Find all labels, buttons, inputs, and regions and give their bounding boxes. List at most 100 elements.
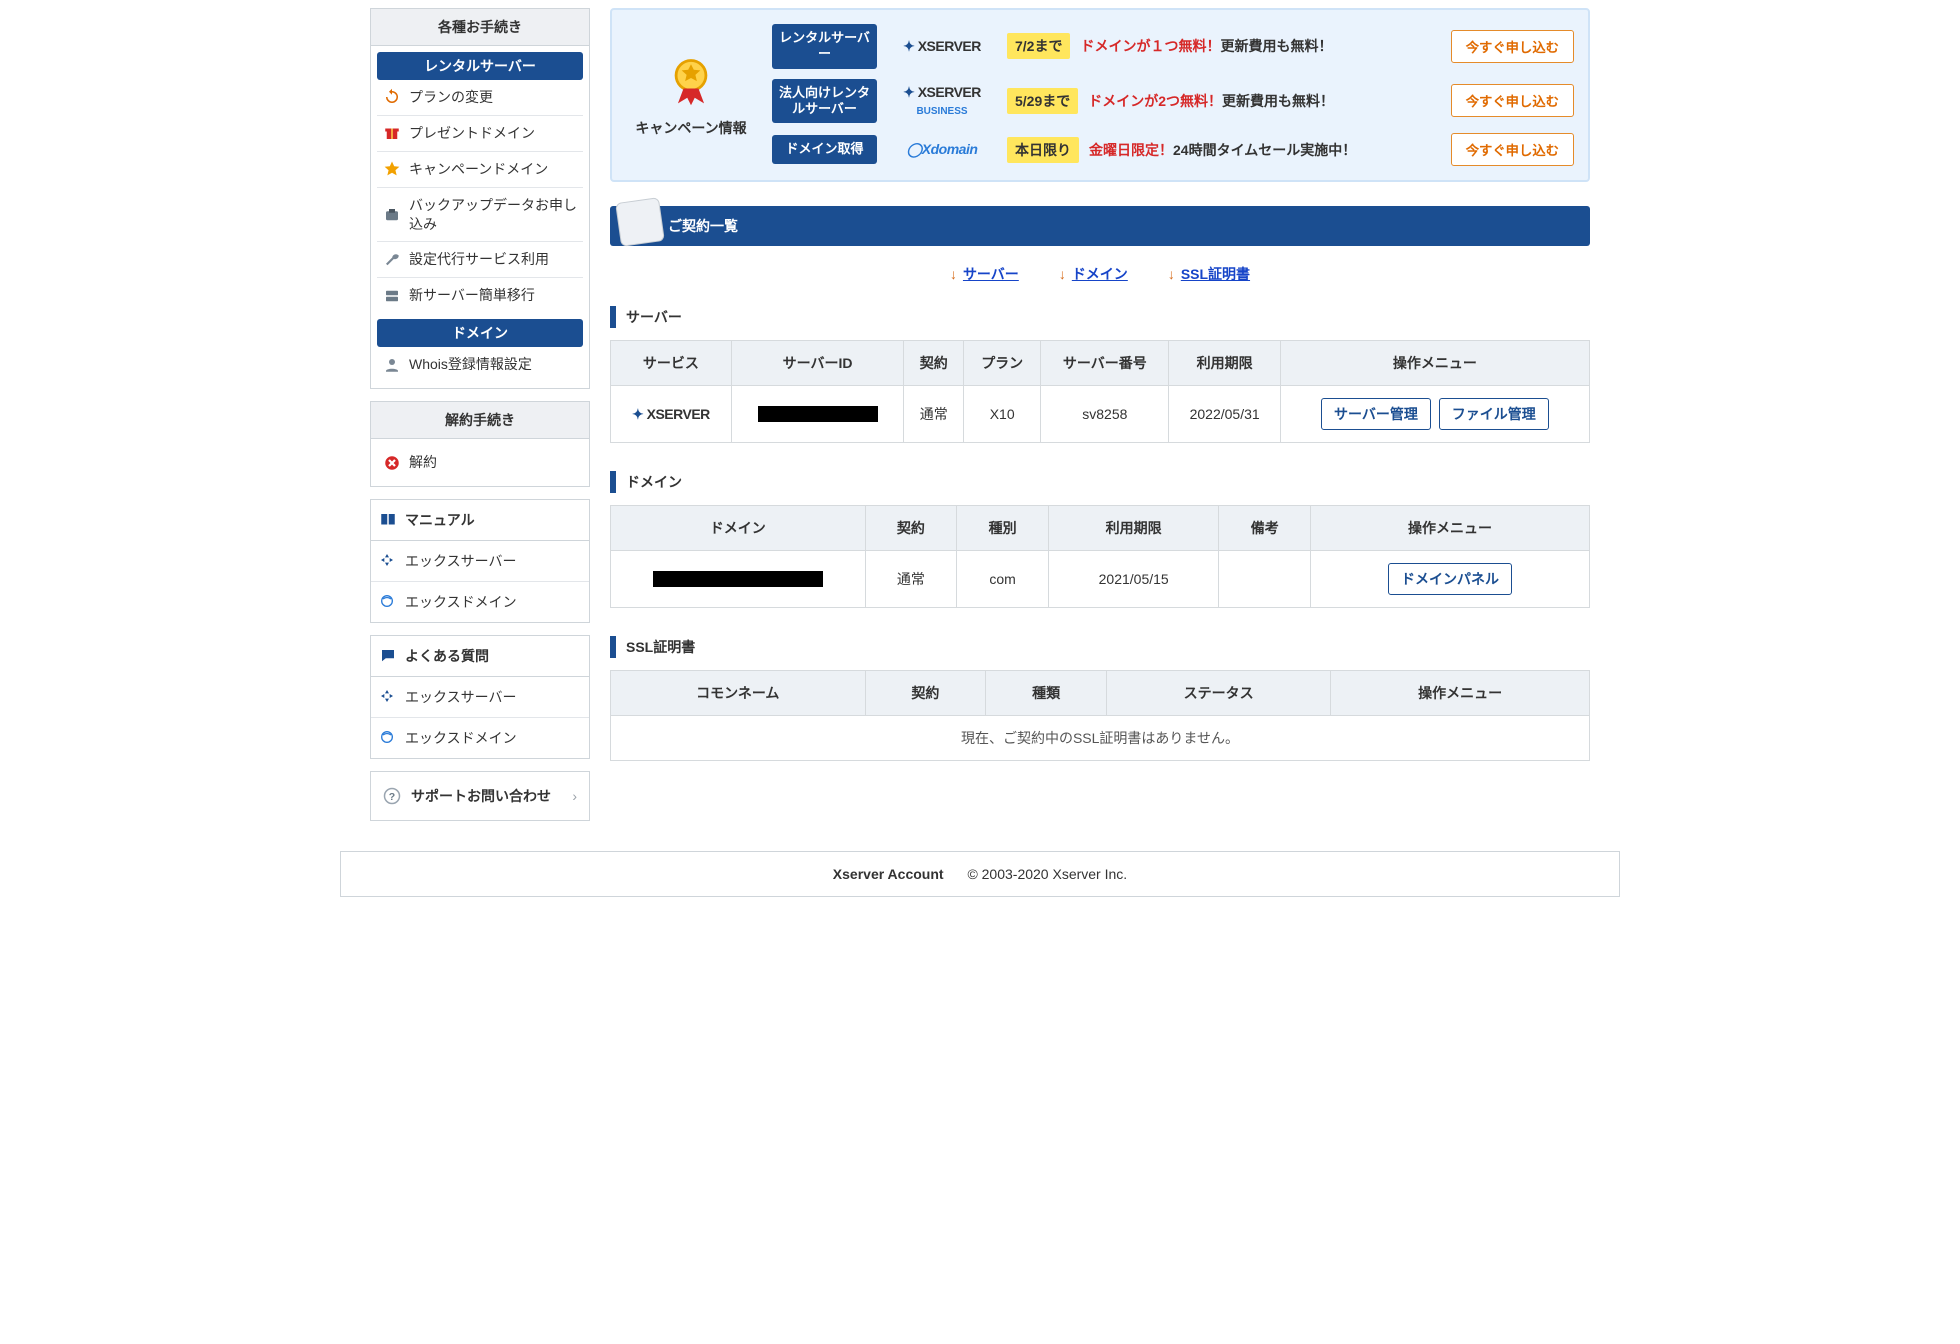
faq-xdomain[interactable]: エックスドメイン: [371, 717, 589, 758]
cell-server-no: sv8258: [1041, 386, 1169, 443]
cell-type: com: [957, 551, 1049, 608]
footer-account: Xserver Account: [833, 866, 944, 882]
campaign-box: キャンペーン情報 レンタルサーバー ✦ XSERVER 7/2まで ドメインが１…: [610, 8, 1590, 182]
sidebar: 各種お手続き レンタルサーバー プランの変更 プレゼントドメイン: [370, 8, 590, 821]
table-row: ✦ XSERVER 通常 X10 sv8258 2022/05/31 サーバー管…: [611, 386, 1590, 443]
refresh-icon: [383, 88, 401, 106]
cell-contract: 通常: [865, 551, 957, 608]
menu-plan-change[interactable]: プランの変更: [377, 80, 583, 116]
faq-heading: よくある質問: [370, 635, 590, 677]
menu-server-migration[interactable]: 新サーバー簡単移行: [377, 278, 583, 313]
footer: Xserver Account © 2003-2020 Xserver Inc.: [340, 851, 1620, 897]
domain-table: ドメイン 契約 種別 利用期限 備考 操作メニュー 通常 com 2021/05…: [610, 505, 1590, 608]
manual-xserver[interactable]: エックスサーバー: [371, 541, 589, 581]
rental-server-heading: レンタルサーバー: [377, 52, 583, 80]
server-section-title: サーバー: [610, 306, 1590, 328]
anchor-server[interactable]: サーバー: [963, 266, 1019, 282]
camp-category: 法人向けレンタルサーバー: [772, 79, 877, 124]
footer-copyright: © 2003-2020 Xserver Inc.: [967, 866, 1127, 882]
camp-brand: ✦ XSERVER: [887, 38, 997, 55]
faq-list: エックスサーバー エックスドメイン: [370, 677, 590, 759]
gift-icon: [383, 124, 401, 142]
camp-message: ドメインが2つ無料！更新費用も無料！: [1088, 91, 1440, 111]
cell-actions: ドメインパネル: [1311, 551, 1590, 608]
arrow-down-icon: ↓: [950, 266, 957, 282]
faq-xserver[interactable]: エックスサーバー: [371, 677, 589, 717]
ssl-section-title: SSL証明書: [610, 636, 1590, 658]
medal-icon: [626, 53, 756, 112]
anchor-ssl[interactable]: SSL証明書: [1181, 266, 1250, 282]
cell-plan: X10: [964, 386, 1041, 443]
camp-message: 金曜日限定！24時間タイムセール実施中！: [1089, 140, 1441, 160]
procedures-title: 各種お手続き: [371, 9, 589, 46]
star-icon: [383, 160, 401, 178]
cancel-panel: 解約手続き 解約: [370, 401, 590, 487]
server-icon: [383, 287, 401, 305]
domain-section-title: ドメイン: [610, 471, 1590, 493]
camp-deadline: 5/29まで: [1007, 88, 1078, 114]
cell-actions: サーバー管理 ファイル管理: [1280, 386, 1589, 443]
campaign-row: レンタルサーバー ✦ XSERVER 7/2まで ドメインが１つ無料！更新費用も…: [772, 24, 1574, 69]
xserver-logo-icon: [379, 688, 397, 706]
menu-whois[interactable]: Whois登録情報設定: [377, 347, 583, 382]
camp-category: レンタルサーバー: [772, 24, 877, 69]
menu-cancel[interactable]: 解約: [377, 445, 583, 480]
arrow-down-icon: ↓: [1059, 266, 1066, 282]
contracts-heading: ご契約一覧: [610, 206, 1590, 246]
menu-setup-service[interactable]: 設定代行サービス利用: [377, 242, 583, 278]
cell-note: [1219, 551, 1311, 608]
xdomain-logo-icon: [379, 593, 397, 611]
camp-deadline: 本日限り: [1007, 137, 1079, 163]
cell-expire: 2022/05/31: [1169, 386, 1280, 443]
ssl-empty-message: 現在、ご契約中のSSL証明書はありません。: [611, 716, 1590, 761]
apply-button[interactable]: 今すぐ申し込む: [1451, 133, 1574, 166]
server-table: サービス サーバーID 契約 プラン サーバー番号 利用期限 操作メニュー ✦ …: [610, 340, 1590, 443]
server-admin-button[interactable]: サーバー管理: [1321, 398, 1431, 430]
camp-brand: ✦ XSERVER BUSINESS: [887, 84, 997, 117]
camp-category: ドメイン取得: [772, 135, 877, 163]
svg-text:?: ?: [389, 791, 395, 803]
cell-service: ✦ XSERVER: [611, 386, 732, 443]
manual-xdomain[interactable]: エックスドメイン: [371, 581, 589, 622]
cell-contract: 通常: [904, 386, 964, 443]
xserver-logo-icon: [379, 552, 397, 570]
domain-panel-button[interactable]: ドメインパネル: [1388, 563, 1512, 595]
camp-deadline: 7/2まで: [1007, 33, 1070, 59]
cancel-icon: [383, 454, 401, 472]
file-admin-button[interactable]: ファイル管理: [1439, 398, 1549, 430]
campaign-rows: レンタルサーバー ✦ XSERVER 7/2まで ドメインが１つ無料！更新費用も…: [772, 24, 1574, 166]
cell-server-id: [731, 386, 903, 443]
domain-menu: Whois登録情報設定: [377, 347, 583, 382]
camp-brand: ◯Xdomain: [887, 141, 997, 158]
person-icon: [383, 356, 401, 374]
anchor-domain[interactable]: ドメイン: [1072, 266, 1128, 282]
table-row: 通常 com 2021/05/15 ドメインパネル: [611, 551, 1590, 608]
contract-sheet-icon: [615, 197, 665, 247]
backup-icon: [383, 206, 401, 224]
campaign-label: キャンペーン情報: [626, 118, 756, 138]
menu-campaign-domain[interactable]: キャンペーンドメイン: [377, 152, 583, 188]
section-tick-icon: [610, 471, 616, 493]
redacted-text: [758, 406, 878, 422]
camp-message: ドメインが１つ無料！更新費用も無料！: [1080, 36, 1440, 56]
chevron-right-icon: ›: [572, 788, 577, 804]
campaign-row: 法人向けレンタルサーバー ✦ XSERVER BUSINESS 5/29まで ド…: [772, 79, 1574, 124]
empty-row: 現在、ご契約中のSSL証明書はありません。: [611, 716, 1590, 761]
wrench-icon: [383, 251, 401, 269]
manual-list: エックスサーバー エックスドメイン: [370, 541, 590, 623]
apply-button[interactable]: 今すぐ申し込む: [1451, 84, 1574, 117]
manual-heading: マニュアル: [370, 499, 590, 541]
section-tick-icon: [610, 636, 616, 658]
apply-button[interactable]: 今すぐ申し込む: [1451, 30, 1574, 63]
question-icon: ?: [383, 787, 401, 805]
chat-icon: [379, 647, 397, 665]
arrow-down-icon: ↓: [1168, 266, 1175, 282]
rental-server-menu: プランの変更 プレゼントドメイン キャンペーンドメイン: [377, 80, 583, 313]
menu-backup[interactable]: バックアップデータお申し込み: [377, 188, 583, 243]
menu-present-domain[interactable]: プレゼントドメイン: [377, 116, 583, 152]
section-tick-icon: [610, 306, 616, 328]
cell-domain: [611, 551, 866, 608]
main: キャンペーン情報 レンタルサーバー ✦ XSERVER 7/2まで ドメインが１…: [610, 8, 1590, 821]
redacted-text: [653, 571, 823, 587]
support-link[interactable]: ? サポートお問い合わせ ›: [370, 771, 590, 821]
